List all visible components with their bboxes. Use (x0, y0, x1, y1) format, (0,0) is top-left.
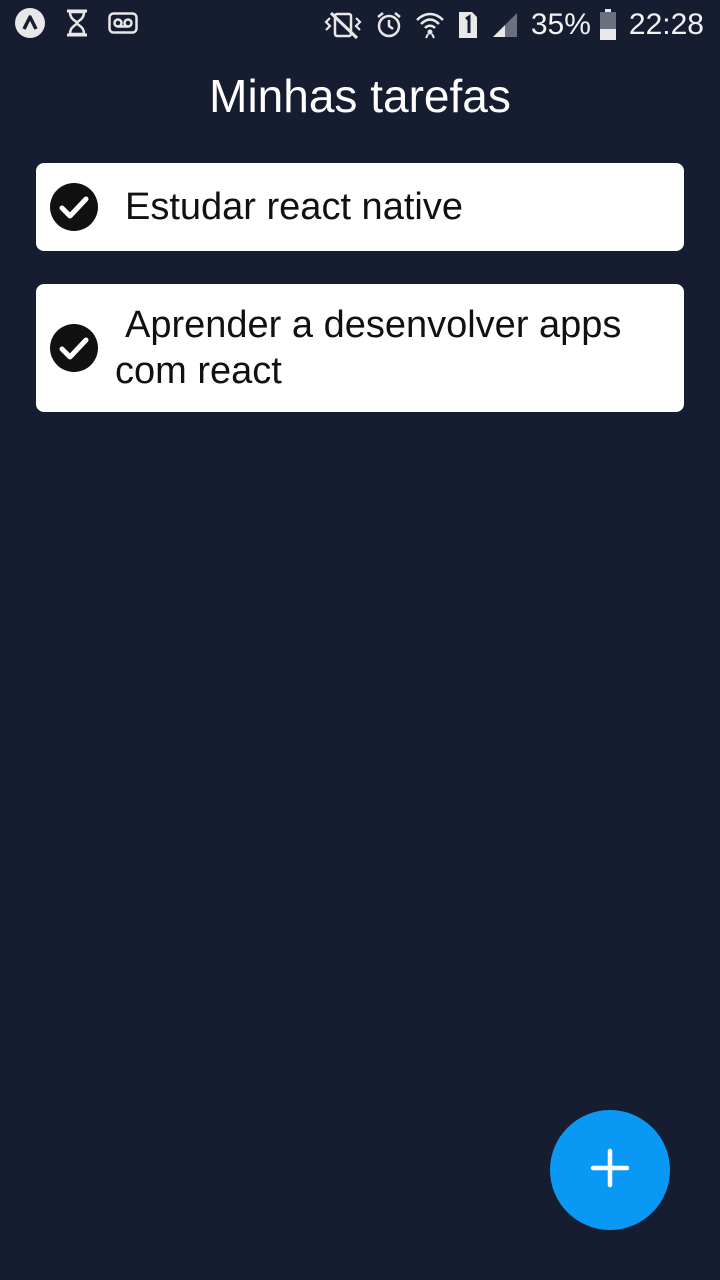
alarm-icon (375, 10, 403, 40)
status-bar-right: 35% 22:28 (323, 6, 704, 44)
task-item[interactable]: Estudar react native (36, 163, 684, 251)
voicemail-icon (108, 11, 138, 39)
battery-icon (599, 9, 617, 41)
hourglass-icon (64, 8, 90, 43)
status-time: 22:28 (628, 8, 704, 41)
task-label: Aprender a desenvolver apps com react (115, 304, 622, 392)
page-title: Minhas tarefas (209, 70, 511, 122)
task-label: Estudar react native (125, 186, 463, 228)
task-list: Estudar react native Aprender a desenvol… (36, 163, 684, 412)
status-bar: 35% 22:28 (0, 0, 720, 50)
expo-icon (14, 7, 46, 44)
check-circle-icon[interactable] (49, 323, 99, 373)
battery-percent: 35% (530, 8, 591, 41)
signal-icon (491, 11, 519, 39)
vibrate-icon (323, 10, 363, 40)
add-task-button[interactable] (550, 1110, 670, 1230)
check-circle-icon[interactable] (49, 182, 99, 232)
sim-1-icon (457, 10, 479, 40)
status-bar-left (14, 7, 138, 44)
wifi-icon (415, 10, 445, 40)
plus-icon (590, 1148, 630, 1193)
task-item[interactable]: Aprender a desenvolver apps com react (36, 284, 684, 412)
